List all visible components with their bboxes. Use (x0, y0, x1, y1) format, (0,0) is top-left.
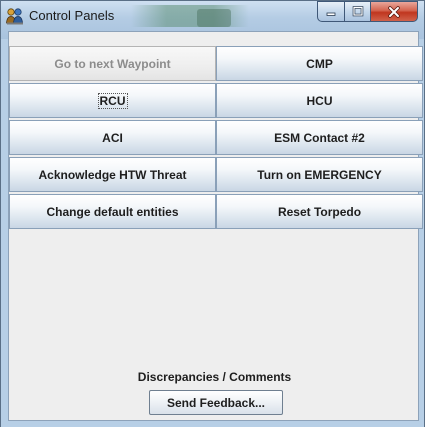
aci-button[interactable]: ACI (9, 120, 216, 155)
control-panel-content: Go to next Waypoint CMP RCU HCU ACI ESM … (8, 31, 423, 421)
button-label: HCU (306, 93, 333, 108)
button-label: Go to next Waypoint (54, 56, 171, 71)
rcu-button[interactable]: RCU (9, 83, 216, 118)
reset-torpedo-button[interactable]: Reset Torpedo (216, 194, 423, 229)
esm-contact-2-button[interactable]: ESM Contact #2 (216, 120, 423, 155)
close-icon (388, 5, 400, 18)
minimize-icon (326, 12, 336, 16)
button-label: Turn on EMERGENCY (257, 167, 382, 182)
minimize-button[interactable] (317, 1, 345, 22)
button-label: Acknowledge HTW Threat (38, 167, 187, 182)
button-label: CMP (306, 56, 333, 71)
window-title: Control Panels (29, 8, 115, 23)
turn-on-emergency-button[interactable]: Turn on EMERGENCY (216, 157, 423, 192)
maximize-button[interactable] (344, 1, 371, 22)
button-label: ESM Contact #2 (274, 130, 365, 145)
cmp-button[interactable]: CMP (216, 46, 423, 81)
control-panels-window: Control Panels Go to next Waypoint CMP R… (0, 0, 425, 427)
send-feedback-button[interactable]: Send Feedback... (149, 390, 283, 415)
close-button[interactable] (370, 1, 418, 22)
command-button-grid: Go to next Waypoint CMP RCU HCU ACI ESM … (9, 46, 427, 231)
button-label: Reset Torpedo (277, 204, 362, 219)
acknowledge-htw-threat-button[interactable]: Acknowledge HTW Threat (9, 157, 216, 192)
button-label: RCU (97, 92, 128, 109)
button-label: Change default entities (46, 204, 179, 219)
go-to-next-waypoint-button[interactable]: Go to next Waypoint (9, 46, 216, 81)
send-feedback-label: Send Feedback... (166, 395, 266, 410)
change-default-entities-button[interactable]: Change default entities (9, 194, 216, 229)
people-icon (6, 8, 23, 25)
hcu-button[interactable]: HCU (216, 83, 423, 118)
button-label: ACI (102, 130, 123, 145)
title-bar-glass (131, 5, 249, 27)
discrepancies-comments-label: Discrepancies / Comments (137, 370, 292, 384)
title-bar-glass-accent (197, 9, 231, 27)
maximize-icon (352, 6, 363, 17)
